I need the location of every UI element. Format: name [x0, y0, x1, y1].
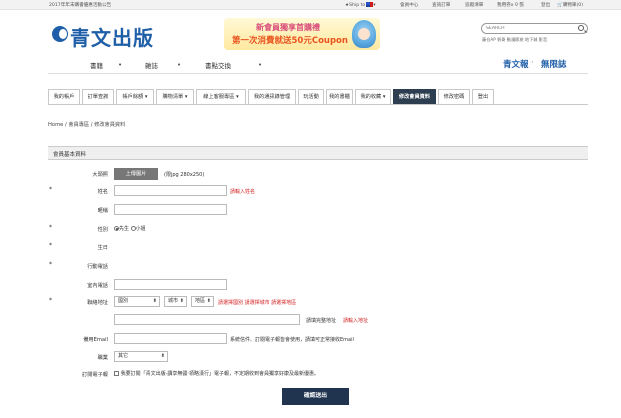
city-select[interactable]: 城市: [164, 296, 187, 307]
name-input[interactable]: [114, 185, 227, 196]
gender-options: 先生 小姐: [114, 225, 146, 232]
tab-bookshelf[interactable]: 我的書櫃: [326, 89, 353, 104]
gender-male-label: 先生: [119, 226, 130, 232]
gender-label: 性別: [97, 227, 108, 233]
job-select[interactable]: 其它: [114, 351, 168, 362]
nickname-label: 暱稱: [97, 208, 108, 214]
coupon-link[interactable]: 我用券x 0 張: [497, 2, 524, 8]
cart-link[interactable]: 🛒購物車(0): [557, 2, 583, 8]
nav-magazines[interactable]: 雜誌: [145, 60, 158, 70]
cart-label: 購物車(0): [562, 3, 584, 8]
address-select-error: 請選擇國別 請選擇城市 請選擇地區: [218, 300, 297, 306]
taiwan-flag-icon: [366, 2, 374, 7]
member-tabs: 我的帳戶 訂單查詢 帳戶餘額 ▾ 購物清單 ▾ 線上客服專區 ▾ 我的通訊錄管理…: [48, 89, 588, 105]
backup-email-label: 備用Email: [83, 337, 108, 343]
banner-line-2: 第一次消費就送50元Coupon: [232, 36, 348, 46]
tab-order-query[interactable]: 訂單查詢: [82, 89, 114, 104]
breadcrumb[interactable]: Home / 會員專區 / 修改會員資料: [48, 121, 125, 128]
search-input[interactable]: [482, 24, 572, 33]
tab-change-password[interactable]: 修改密碼: [438, 89, 470, 104]
name-label: 姓名: [97, 189, 108, 195]
notice-link[interactable]: 2017年年末購書優惠活動公告: [49, 2, 111, 8]
newsletter-option: 我要訂閱「青文出版-讀享無疆‧領略漢行」電子報，不定期收到會員獨享好康及最新優惠…: [114, 370, 319, 377]
district-select[interactable]: 地區: [191, 296, 214, 307]
country-select[interactable]: 國別: [114, 296, 160, 307]
phone-label: 室內電話: [87, 283, 108, 289]
country-select-value: 國別: [118, 298, 129, 304]
logo-icon[interactable]: [52, 26, 68, 42]
hot-keywords[interactable]: 藤仓AP 帆哥 動漫節旅 地下城 影音: [482, 37, 547, 43]
mobile-label: 行動電話: [87, 264, 108, 270]
job-label: 職業: [97, 355, 108, 361]
qingwen-news-link[interactable]: 青文報: [503, 58, 529, 70]
tab-favorites[interactable]: 我的收藏 ▾: [355, 89, 391, 104]
ship-to-label: Ship to: [349, 2, 366, 8]
address-detail-input[interactable]: [114, 314, 300, 325]
search-icon[interactable]: [578, 25, 584, 31]
submit-button[interactable]: 確認送出: [282, 388, 349, 405]
gender-female-radio[interactable]: [130, 226, 136, 231]
phone-input[interactable]: [114, 279, 227, 290]
member-center-link[interactable]: 會員中心: [400, 2, 418, 8]
email-note: 系統信件、訂閱電子報皆會使用，請填可正常接收Email: [230, 337, 354, 343]
tab-shopping-list[interactable]: 購物清單 ▾: [156, 89, 194, 104]
avatar-label: 大頭照: [92, 172, 108, 178]
address-full-note: 請填完整地址: [306, 318, 337, 324]
backup-email-input[interactable]: [114, 333, 227, 344]
section-header: 會員基本資料: [48, 146, 588, 160]
order-query-link[interactable]: 查詢訂單: [432, 2, 450, 8]
unlimited-mag-link[interactable]: 無限誌: [541, 58, 567, 70]
tracking-list-link[interactable]: 追蹤清單: [465, 2, 483, 8]
name-error: 請輸入姓名: [230, 189, 256, 195]
nav-separator: •: [118, 61, 123, 69]
nav-separator: •: [177, 61, 182, 69]
newsletter-label: 訂閱電子報: [82, 372, 108, 378]
upload-hint: (限jpg 280x250): [164, 172, 205, 178]
city-select-value: 城市: [168, 298, 179, 304]
tab-balance[interactable]: 帳戶餘額 ▾: [116, 89, 154, 104]
header-divider: [48, 73, 588, 74]
upload-image-button[interactable]: 上傳圖片: [114, 168, 158, 180]
tab-my-account[interactable]: 我的帳戶: [48, 89, 80, 104]
tab-customer-service-label: 線上客服專區: [203, 94, 235, 100]
gender-male-radio[interactable]: [114, 226, 119, 231]
tab-favorites-label: 我的收藏: [360, 94, 382, 100]
address-label: 聯絡地址: [87, 300, 108, 306]
ship-to-selector[interactable]: ★Ship to ▾: [345, 2, 376, 8]
promo-banner[interactable]: 新會員獨享首購禮 第一次消費就送50元Coupon: [224, 18, 380, 50]
tab-address-book[interactable]: 我的通訊錄管理: [248, 89, 296, 104]
birthday-label: 生日: [97, 245, 108, 251]
tab-edit-profile[interactable]: 修改會員資料: [393, 89, 436, 104]
tab-balance-label: 帳戶餘額: [122, 94, 144, 100]
section-title: 會員基本資料: [53, 152, 87, 158]
top-utility-bar: 2017年年末購書優惠活動公告 ★Ship to ▾ 會員中心 查詢訂單 追蹤清單…: [0, 0, 621, 10]
nav-books[interactable]: 書籍: [90, 60, 103, 70]
nav-point-exchange[interactable]: 書點交換: [205, 60, 231, 70]
tab-customer-service[interactable]: 線上客服專區 ▾: [196, 89, 246, 104]
mascot-illustration: [352, 20, 376, 48]
nav-separator: •: [258, 61, 263, 69]
nickname-input[interactable]: [114, 204, 227, 215]
brand-separator: ·: [531, 58, 534, 68]
banner-line-1: 新會員獨享首購禮: [256, 23, 320, 32]
logo-text[interactable]: 青文出版: [70, 22, 154, 51]
newsletter-checkbox[interactable]: [114, 371, 119, 376]
newsletter-text: 我要訂閱「青文出版-讀享無疆‧領略漢行」電子報，不定期收到會員獨享好康及最新優惠…: [120, 371, 319, 377]
tab-shopping-list-label: 購物清單: [162, 94, 184, 100]
address-full-error: 請輸入地址: [343, 318, 369, 324]
search-box: [481, 23, 588, 34]
job-select-value: 其它: [118, 353, 129, 359]
tab-events[interactable]: 玩活動: [298, 89, 324, 104]
tab-logout[interactable]: 登出: [472, 89, 494, 104]
logout-top-link[interactable]: 登出: [541, 2, 550, 8]
gender-female-label: 小姐: [135, 226, 146, 232]
district-select-value: 地區: [195, 298, 206, 304]
